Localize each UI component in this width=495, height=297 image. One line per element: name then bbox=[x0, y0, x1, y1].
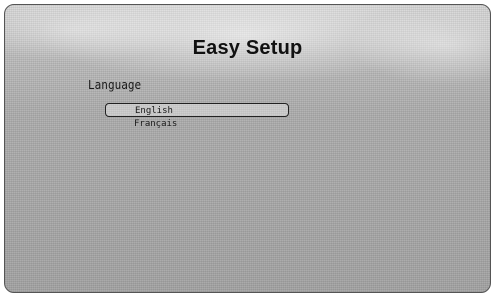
language-label: Language bbox=[88, 78, 142, 92]
language-option-english[interactable]: English bbox=[105, 103, 289, 117]
language-options-list: English Français bbox=[105, 103, 289, 131]
setup-screen: Easy Setup Language English Français bbox=[4, 4, 491, 293]
page-title: Easy Setup bbox=[192, 37, 303, 59]
language-option-french[interactable]: Français bbox=[105, 117, 289, 131]
